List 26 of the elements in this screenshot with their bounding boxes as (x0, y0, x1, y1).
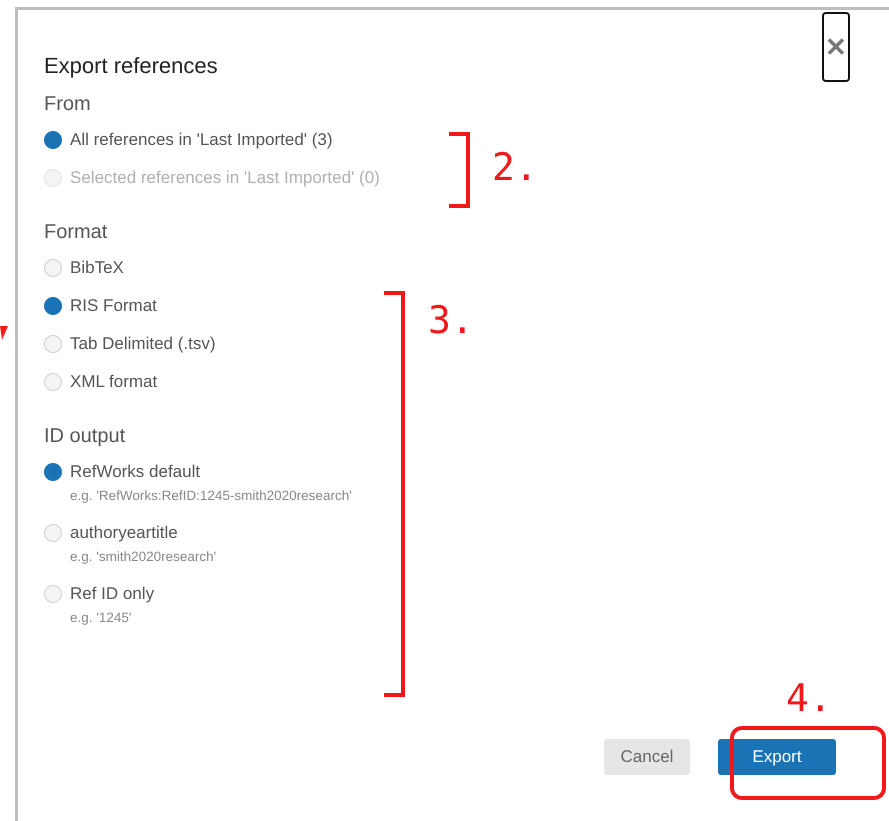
option-label: BibTeX (70, 258, 124, 278)
option-label: authoryeartitle (70, 523, 178, 543)
radio-button[interactable] (44, 297, 62, 315)
option-label: RIS Format (70, 296, 157, 316)
example-text: e.g. 'RefWorks:RefID:1245-smith2020research' (70, 488, 353, 503)
annotation-number: 4. (786, 679, 832, 717)
radio-button[interactable] (44, 463, 62, 481)
export-button[interactable]: Export (718, 739, 836, 775)
cancel-button[interactable]: Cancel (604, 739, 690, 775)
option-label: RefWorks default (70, 462, 200, 482)
radio-button[interactable] (44, 131, 62, 149)
section-label: From (44, 92, 92, 116)
option-label: All references in 'Last Imported' (3) (70, 130, 333, 150)
option-label: Ref ID only (70, 584, 154, 604)
example-text: e.g. '1245' (70, 610, 132, 625)
section-label: Format (44, 220, 108, 244)
option-label: Selected references in 'Last Imported' (0) (70, 168, 380, 188)
annotation-number: 2. (492, 148, 538, 186)
example-text: e.g. 'smith2020research' (70, 549, 218, 564)
arrow-tip-icon (0, 326, 8, 340)
section-label: ID output (44, 424, 126, 448)
dialog-title: Export references (44, 53, 218, 79)
option-label: XML format (70, 372, 158, 392)
annotation-number: 3. (428, 301, 474, 339)
option-label: Tab Delimited (.tsv) (70, 334, 216, 354)
close-button[interactable]: ✕ (822, 12, 850, 82)
